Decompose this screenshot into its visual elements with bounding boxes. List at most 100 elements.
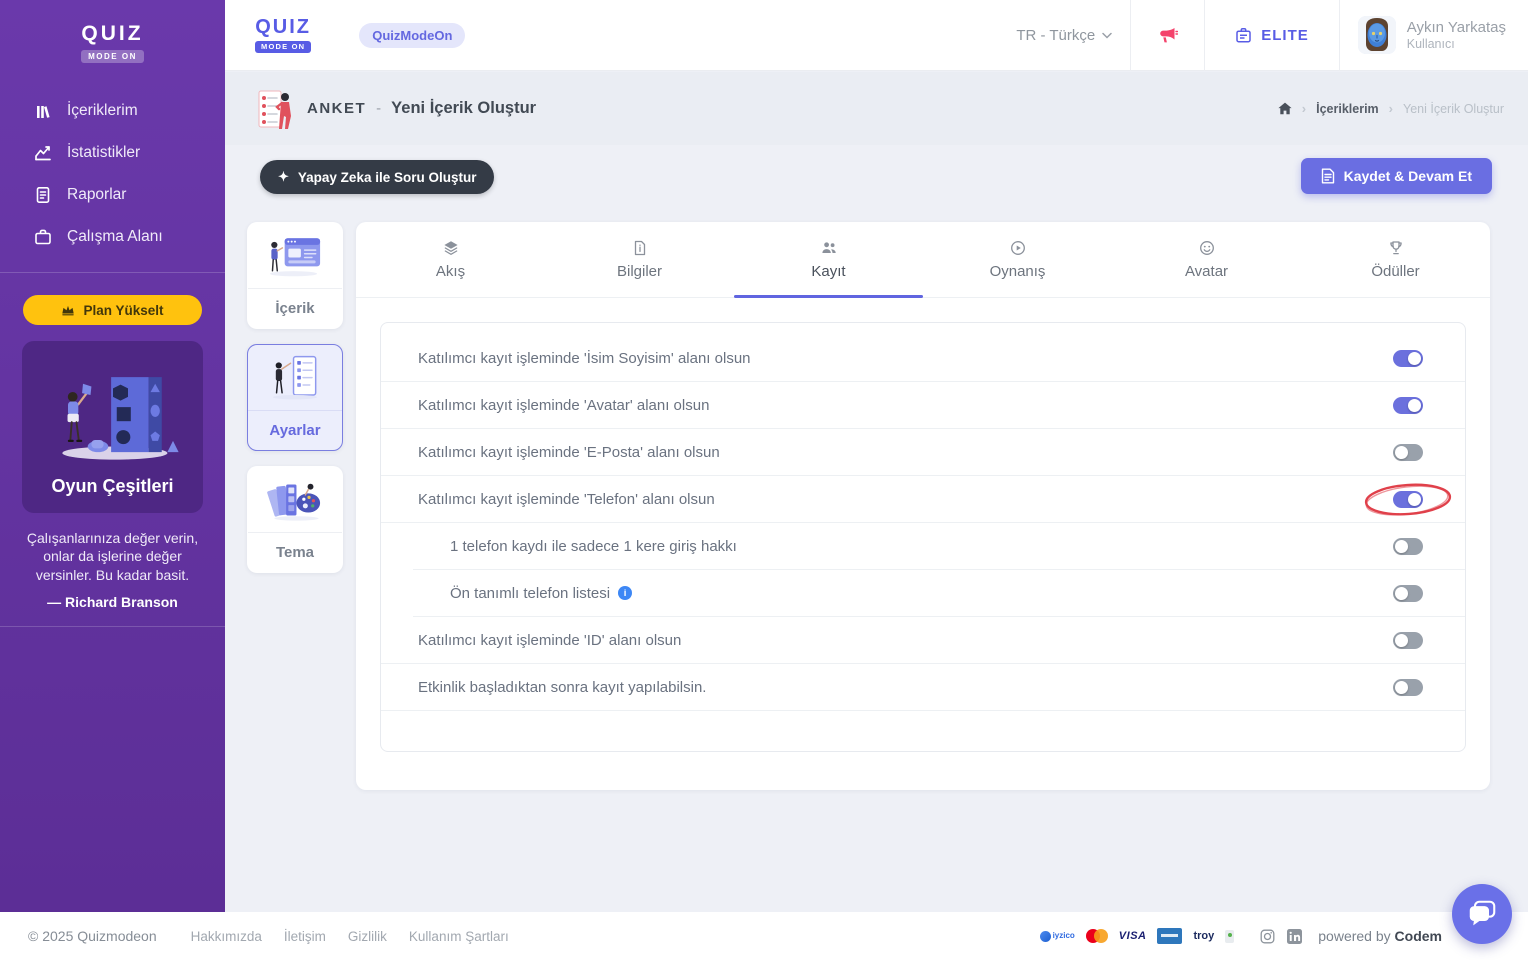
survey-illustration-icon [258, 90, 291, 129]
tab-oynanis[interactable]: Oynanış [923, 222, 1112, 297]
game-types-illustration [61, 377, 179, 460]
secure-payment-icon [1225, 929, 1235, 943]
chevron-down-icon [1102, 32, 1112, 39]
toggle-avatar[interactable] [1393, 396, 1423, 414]
settings-step-illustration [248, 345, 342, 411]
tab-label: Bilgiler [616, 262, 662, 280]
tab-akis[interactable]: Akış [356, 222, 545, 297]
sidebar-item-iceriklerim[interactable]: İçeriklerim [0, 90, 225, 132]
sidebar-item-label: İstatistikler [67, 144, 141, 161]
ai-create-question-button[interactable]: ✦ Yapay Zeka ile Soru Oluştur [260, 160, 495, 194]
megaphone-icon [1160, 27, 1179, 42]
setting-label-text: Ön tanımlı telefon listesi [450, 584, 611, 602]
tab-label: Akış [435, 262, 466, 280]
language-selector[interactable]: TR - Türkçe [998, 27, 1130, 44]
footer-link-kullanim[interactable]: Kullanım Şartları [409, 929, 509, 944]
tab-kayit[interactable]: Kayıt [734, 222, 923, 298]
content-type-label: ANKET [307, 100, 367, 117]
setting-row-telefon-listesi: Ön tanımlı telefon listesi i [413, 570, 1465, 617]
sidebar-item-istatistikler[interactable]: İstatistikler [0, 132, 225, 174]
header-logo[interactable]: QUIZ MODE ON [255, 16, 312, 53]
tab-oduller[interactable]: Ödüller [1301, 222, 1490, 297]
upgrade-plan-button[interactable]: Plan Yükselt [23, 295, 202, 325]
tab-avatar[interactable]: Avatar [1112, 222, 1301, 297]
toggle-eposta[interactable] [1393, 443, 1423, 461]
sidebar: QUIZ MODE ON İçeriklerim İstatistikler R… [0, 0, 225, 912]
footer-link-gizlilik[interactable]: Gizlilik [348, 929, 387, 944]
visa-logo: VISA [1118, 930, 1147, 942]
toggle-isim-soyisim[interactable] [1393, 349, 1423, 367]
logo-mode-on-badge: MODE ON [81, 50, 144, 63]
toggle-telefon-listesi[interactable] [1393, 584, 1423, 602]
step-label: İçerik [275, 300, 315, 317]
step-card-ayarlar[interactable]: Ayarlar [247, 344, 343, 451]
top-bar: QUIZ MODE ON QuizModeOn TR - Türkçe ELIT… [225, 0, 1528, 71]
briefcase-icon [35, 229, 51, 245]
toggle-gec-kayit[interactable] [1393, 678, 1423, 696]
setting-row-gec-kayit: Etkinlik başladıktan sonra kayıt yapılab… [381, 664, 1465, 711]
logo-text: QUIZ [255, 16, 311, 38]
footer-links: Hakkımızda İletişim Gizlilik Kullanım Şa… [191, 929, 509, 944]
language-label: TR - Türkçe [1016, 26, 1096, 44]
info-icon[interactable]: i [618, 586, 633, 600]
step-label: Ayarlar [269, 422, 321, 439]
sidebar-logo[interactable]: QUIZ MODE ON [0, 0, 225, 64]
library-icon [37, 106, 50, 118]
topbar-right: TR - Türkçe ELITE Aykın Yarkataş Kullanı… [998, 0, 1528, 71]
setting-label: Katılımcı kayıt işleminde 'Avatar' alanı… [418, 396, 710, 414]
theme-step-illustration [248, 467, 342, 533]
users-icon [821, 241, 836, 253]
sidebar-item-label: Raporlar [67, 186, 127, 203]
upgrade-plan-label: Plan Yükselt [83, 302, 164, 318]
settings-panel: Akış Bilgiler Kayıt Oynanış Avatar Ödüll… [356, 222, 1490, 790]
setting-row-avatar: Katılımcı kayıt işleminde 'Avatar' alanı… [381, 382, 1465, 429]
toggle-id[interactable] [1393, 631, 1423, 649]
chevron-right-icon: › [1301, 101, 1307, 116]
save-continue-button[interactable]: Kaydet & Devam Et [1300, 158, 1492, 194]
plan-badge[interactable]: ELITE [1205, 27, 1339, 44]
sidebar-divider [0, 626, 225, 628]
setting-row-eposta: Katılımcı kayıt işleminde 'E-Posta' alan… [381, 429, 1465, 476]
sidebar-item-calisma-alani[interactable]: Çalışma Alanı [0, 216, 225, 258]
app-root: QUIZ MODE ON İçeriklerim İstatistikler R… [0, 0, 1528, 960]
page-header-bar: ANKET - Yeni İçerik Oluştur › İçerikleri… [225, 72, 1528, 145]
amex-logo [1157, 928, 1183, 944]
instagram-icon[interactable] [1260, 929, 1275, 944]
setting-row-id: Katılımcı kayıt işleminde 'ID' alanı ols… [381, 617, 1465, 664]
tab-label: Ödüller [1371, 262, 1420, 280]
sidebar-item-label: İçeriklerim [67, 102, 138, 119]
user-menu[interactable]: Aykın Yarkataş Kullanıcı [1340, 16, 1528, 54]
chat-icon [1469, 900, 1496, 926]
breadcrumb-link-iceriklerim[interactable]: İçeriklerim [1316, 102, 1379, 116]
file-info-icon [634, 240, 645, 255]
step-card-icerik[interactable]: İçerik [247, 222, 343, 329]
footer-link-iletisim[interactable]: İletişim [284, 929, 326, 944]
powered-by: powered by Codem [1318, 928, 1442, 944]
announcements-button[interactable] [1131, 26, 1204, 45]
linkedin-icon[interactable] [1287, 928, 1303, 944]
workspace-badge[interactable]: QuizModeOn [359, 22, 466, 48]
home-icon[interactable] [1278, 102, 1292, 115]
powered-by-brand: Codem [1394, 928, 1442, 944]
tab-bilgiler[interactable]: Bilgiler [545, 222, 734, 297]
sidebar-item-raporlar[interactable]: Raporlar [0, 174, 225, 216]
content-step-illustration [248, 223, 342, 289]
play-circle-icon [1010, 240, 1025, 255]
step-label: Tema [275, 544, 315, 561]
toggle-telefon[interactable] [1393, 490, 1423, 508]
sidebar-item-label: Çalışma Alanı [67, 228, 163, 245]
tab-label: Kayıt [811, 262, 846, 280]
promo-card[interactable]: Oyun Çeşitleri [22, 341, 203, 513]
footer-link-hakkimizda[interactable]: Hakkımızda [191, 929, 262, 944]
step-card-tema[interactable]: Tema [247, 466, 343, 573]
id-badge-icon [1236, 27, 1251, 42]
settings-tabs: Akış Bilgiler Kayıt Oynanış Avatar Ödüll… [356, 222, 1490, 298]
chat-widget-button[interactable] [1452, 884, 1512, 944]
sidebar-nav: İçeriklerim İstatistikler Raporlar Çalış… [0, 90, 225, 258]
separator: - [376, 100, 382, 117]
troy-logo: troy [1193, 930, 1215, 942]
payment-logos: iyzico VISA troy [1039, 928, 1235, 944]
registration-settings-list: Katılımcı kayıt işleminde 'İsim Soyisim'… [380, 322, 1466, 752]
setting-label: Katılımcı kayıt işleminde 'E-Posta' alan… [418, 443, 720, 461]
toggle-tek-giris[interactable] [1393, 537, 1423, 555]
